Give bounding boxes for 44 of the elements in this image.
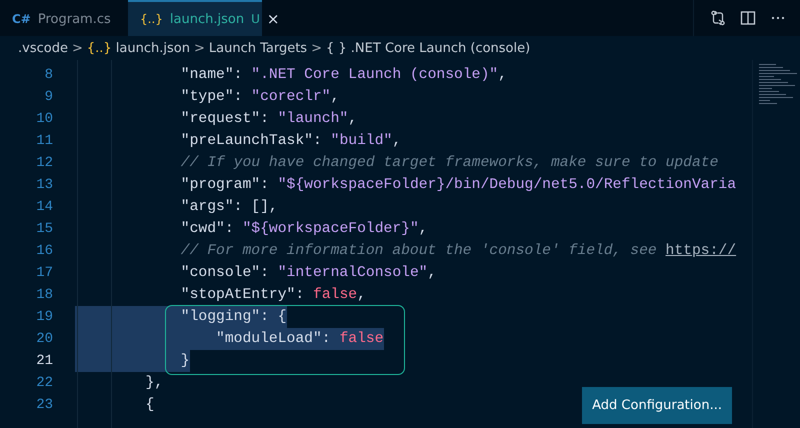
code-line: "name": ".NET Core Launch (console)", [180,66,507,85]
line-number: 9 [44,88,54,107]
code-line: "program": "${workspaceFolder}/bin/Debug/net5.0/ReflectionVaria [180,176,736,195]
breadcrumb-item[interactable]: {..} launch.json [86,40,190,56]
line-number: 23 [35,396,54,415]
line-number: 13 [35,176,54,195]
code-line: "args": [], [180,198,278,217]
code-line: "request": "launch", [180,110,358,129]
split-editor-icon[interactable] [740,10,756,26]
add-configuration-button[interactable]: Add Configuration... [582,387,732,424]
breadcrumb-separator: > [72,40,83,56]
code-line: "console": "internalConsole", [180,264,436,283]
code-line: "preLaunchTask": "build", [180,132,402,151]
code-line: // If you have changed target frameworks, make sure to update [180,154,718,173]
code-line: }, [144,374,164,393]
breadcrumb-separator: > [311,40,322,56]
line-number: 17 [35,264,54,283]
line-number: 22 [35,374,54,393]
file-type-icon: {..} [140,12,163,26]
breadcrumb-item[interactable]: { } .NET Core Launch (console) [326,40,530,56]
line-number: 21 [35,352,54,371]
code-line: // For more information about the 'console' field, see https:// [180,242,736,261]
line-number: 14 [35,198,54,217]
line-number: 20 [35,330,54,349]
editor-tab[interactable]: C# Program.cs [0,0,128,36]
compare-changes-icon[interactable] [710,10,726,26]
breadcrumb-item[interactable]: Launch Targets [208,40,308,56]
code-line: { [144,396,154,415]
code-line: "type": "coreclr", [180,88,340,107]
close-tab-button[interactable]: × [266,10,280,28]
line-number: 12 [35,154,54,173]
line-number: 10 [35,110,54,129]
line-number: 18 [35,286,54,305]
line-number: 8 [44,66,54,85]
line-number: 15 [35,220,54,239]
code-line: "stopAtEntry": false, [180,286,366,305]
breadcrumb-separator: > [194,40,205,56]
untracked-status-label: U [251,12,260,26]
breadcrumb-item[interactable]: .vscode [18,40,68,56]
line-number: 11 [35,132,54,151]
file-type-icon: C# [12,12,31,26]
line-number: 19 [35,308,54,327]
code-line: "cwd": "${workspaceFolder}", [180,220,428,239]
line-number: 16 [35,242,54,261]
